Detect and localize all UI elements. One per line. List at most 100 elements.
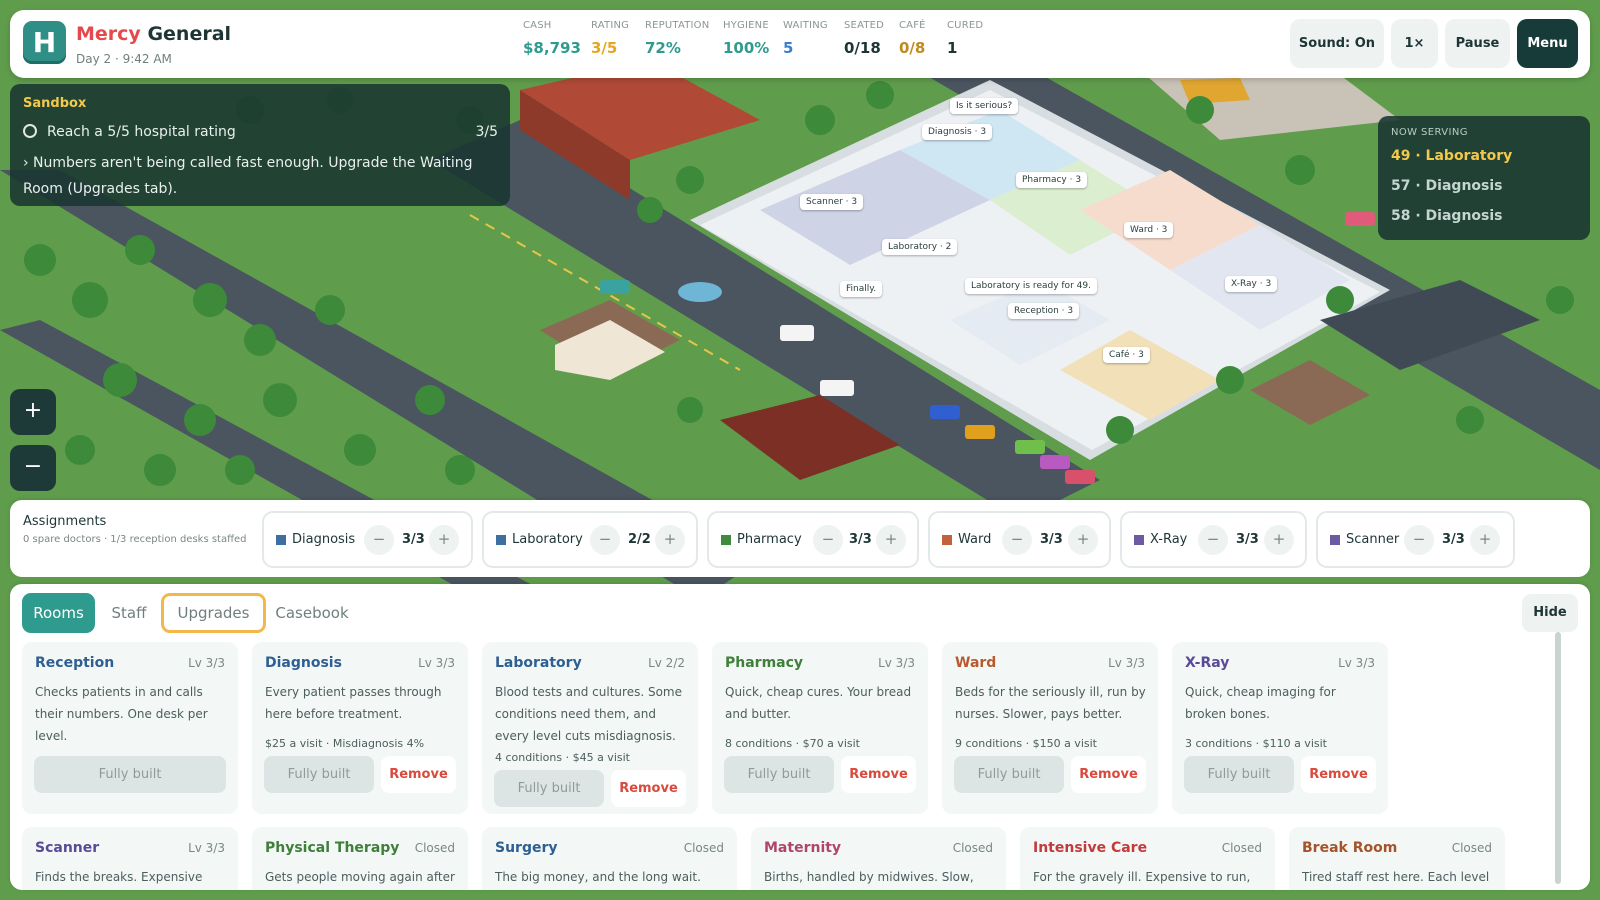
now-serving-item: 57 · Diagnosis xyxy=(1391,178,1503,194)
zoom-out-button[interactable]: − xyxy=(10,445,56,491)
fully-built-button[interactable]: Fully built xyxy=(264,756,374,793)
panel-scrollbar[interactable] xyxy=(1555,632,1561,884)
room-label-pharmacy[interactable]: Pharmacy · 3 xyxy=(1016,172,1088,188)
room-name: Break Room xyxy=(1302,840,1398,856)
room-name: Ward xyxy=(955,655,997,671)
stat-value: $8,793 xyxy=(523,39,581,57)
fully-built-button[interactable]: Fully built xyxy=(1184,756,1294,793)
stat-label: RATING xyxy=(591,20,630,31)
decrease-staff-button[interactable]: − xyxy=(1404,525,1434,555)
room-level: Closed xyxy=(1221,841,1262,855)
build-panel: Rooms Staff Upgrades Casebook Hide Recep… xyxy=(10,584,1590,890)
decrease-staff-button[interactable]: − xyxy=(590,525,620,555)
room-label-diagnosis[interactable]: Diagnosis · 3 xyxy=(922,124,993,140)
fully-built-button[interactable]: Fully built xyxy=(34,756,226,793)
room-level: Closed xyxy=(952,841,993,855)
assignments-subtitle: 0 spare doctors · 1/3 reception desks st… xyxy=(23,534,247,545)
room-level: Lv 3/3 xyxy=(1108,656,1145,670)
stat-hygiene: HYGIENE 100% xyxy=(723,20,769,57)
objective-progress: 3/5 xyxy=(475,124,498,140)
objectives-panel: Sandbox Reach a 5/5 hospital rating 3/5 … xyxy=(10,84,510,206)
increase-staff-button[interactable]: + xyxy=(1264,525,1294,555)
room-description: Every patient passes through here before… xyxy=(265,685,442,721)
room-description: Quick, cheap cures. Your bread and butte… xyxy=(725,685,912,721)
room-card-maternity: Maternity Closed Births, handled by midw… xyxy=(751,827,1006,890)
room-card-physical-therapy: Physical Therapy Closed Gets people movi… xyxy=(252,827,468,890)
room-label-cafe[interactable]: Café · 3 xyxy=(1103,347,1150,363)
now-serving-item: 49 · Laboratory xyxy=(1391,148,1513,164)
pause-button[interactable]: Pause xyxy=(1445,19,1510,68)
room-card-intensive-care: Intensive Care Closed For the gravely il… xyxy=(1020,827,1275,890)
remove-button[interactable]: Remove xyxy=(1071,756,1146,793)
room-level: Closed xyxy=(414,841,455,855)
increase-staff-button[interactable]: + xyxy=(1470,525,1500,555)
room-meta: 4 conditions · $45 a visit xyxy=(495,751,630,764)
stat-label: REPUTATION xyxy=(645,20,710,31)
increase-staff-button[interactable]: + xyxy=(429,525,459,555)
room-card-xray: X-Ray Lv 3/3 Quick, cheap imaging for br… xyxy=(1172,642,1388,814)
stat-reputation: REPUTATION 72% xyxy=(645,20,709,57)
menu-button[interactable]: Menu xyxy=(1517,19,1578,68)
room-label-laboratory[interactable]: Laboratory · 2 xyxy=(882,239,958,255)
speech-bubble: Laboratory is ready for 49. xyxy=(965,278,1097,294)
stat-label: CASH xyxy=(523,20,552,31)
increase-staff-button[interactable]: + xyxy=(876,525,906,555)
room-name: Diagnosis xyxy=(265,655,342,671)
assignment-card-scanner: Scanner − 3/3 + xyxy=(1316,511,1515,568)
fully-built-button[interactable]: Fully built xyxy=(494,770,604,807)
hospital-name-accent: Mercy xyxy=(76,23,141,45)
tab-staff[interactable]: Staff xyxy=(105,593,153,633)
game-clock: Day 2 · 9:42 AM xyxy=(76,52,172,66)
assignment-room-name: Diagnosis xyxy=(292,532,356,547)
speech-bubble: Finally. xyxy=(840,281,883,297)
remove-button[interactable]: Remove xyxy=(611,770,686,807)
stat-cured: CURED 1 xyxy=(947,20,983,57)
room-description: For the gravely ill. Expensive to run, a… xyxy=(1033,870,1251,884)
zoom-in-button[interactable]: + xyxy=(10,389,56,435)
room-color-swatch xyxy=(276,535,286,545)
hospital-name: Mercy General xyxy=(76,23,231,45)
stat-rating: RATING 3/5 xyxy=(591,20,629,57)
decrease-staff-button[interactable]: − xyxy=(813,525,843,555)
room-description: Finds the breaks. Expensive xyxy=(35,870,203,884)
tab-casebook[interactable]: Casebook xyxy=(274,593,350,633)
room-level: Lv 3/3 xyxy=(1338,656,1375,670)
stat-seated: SEATED 0/18 xyxy=(844,20,884,57)
stat-label: HYGIENE xyxy=(723,20,769,31)
fully-built-button[interactable]: Fully built xyxy=(954,756,1064,793)
speed-button[interactable]: 1× xyxy=(1391,19,1438,68)
remove-button[interactable]: Remove xyxy=(841,756,916,793)
assignment-room-name: X-Ray xyxy=(1150,532,1188,547)
assignment-card-laboratory: Laboratory − 2/2 + xyxy=(482,511,698,568)
objective-text: Reach a 5/5 hospital rating xyxy=(47,124,236,140)
hide-panel-button[interactable]: Hide xyxy=(1522,594,1578,632)
decrease-staff-button[interactable]: − xyxy=(1002,525,1032,555)
sound-toggle-button[interactable]: Sound: On xyxy=(1290,19,1384,68)
assignment-card-xray: X-Ray − 3/3 + xyxy=(1120,511,1307,568)
room-label-reception[interactable]: Reception · 3 xyxy=(1008,303,1080,319)
remove-button[interactable]: Remove xyxy=(381,756,456,793)
tab-rooms[interactable]: Rooms xyxy=(22,593,95,633)
increase-staff-button[interactable]: + xyxy=(1068,525,1098,555)
room-label-xray[interactable]: X-Ray · 3 xyxy=(1225,276,1278,292)
room-label-ward[interactable]: Ward · 3 xyxy=(1124,222,1174,238)
room-description: Tired staff rest here. Each level xyxy=(1302,870,1490,884)
decrease-staff-button[interactable]: − xyxy=(364,525,394,555)
room-card-ward: Ward Lv 3/3 Beds for the seriously ill, … xyxy=(942,642,1158,814)
room-name: Scanner xyxy=(35,840,100,856)
decrease-staff-button[interactable]: − xyxy=(1198,525,1228,555)
room-label-scanner[interactable]: Scanner · 3 xyxy=(800,194,864,210)
fully-built-button[interactable]: Fully built xyxy=(724,756,834,793)
room-name: Laboratory xyxy=(495,655,582,671)
increase-staff-button[interactable]: + xyxy=(655,525,685,555)
room-card-surgery: Surgery Closed The big money, and the lo… xyxy=(482,827,737,890)
room-level: Closed xyxy=(683,841,724,855)
stat-waiting: WAITING 5 xyxy=(783,20,828,57)
room-name: Intensive Care xyxy=(1033,840,1148,856)
assignment-room-name: Ward xyxy=(958,532,992,547)
stat-value: 1 xyxy=(947,39,958,57)
now-serving-header: NOW SERVING xyxy=(1391,127,1468,138)
remove-button[interactable]: Remove xyxy=(1301,756,1376,793)
tab-upgrades[interactable]: Upgrades xyxy=(161,593,266,633)
stat-value: 3/5 xyxy=(591,39,618,57)
